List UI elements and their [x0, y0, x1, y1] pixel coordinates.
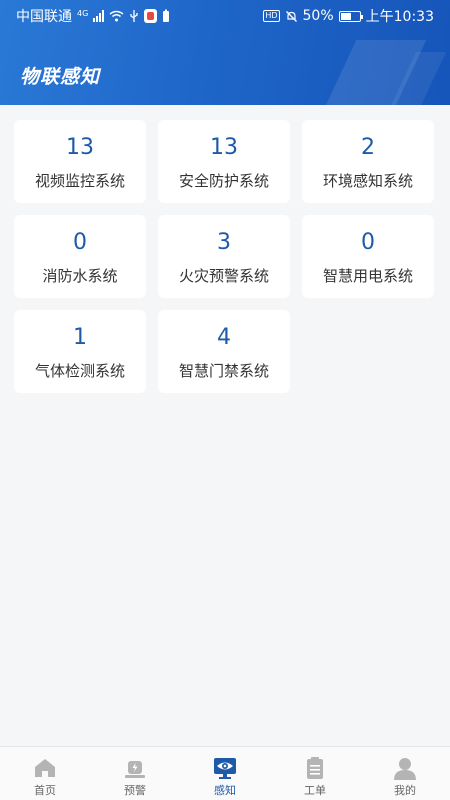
eye-monitor-icon [214, 758, 236, 779]
system-count: 3 [217, 230, 231, 255]
system-count: 4 [217, 325, 231, 350]
clock: 上午10:33 [365, 9, 434, 25]
tab-label: 预警 [124, 784, 146, 797]
system-label: 视频监控系统 [34, 172, 125, 190]
system-count: 0 [361, 230, 375, 255]
usb-icon [130, 10, 138, 22]
app-notification-icon [144, 9, 158, 23]
system-card-video-surveillance[interactable]: 13 视频监控系统 [14, 120, 146, 203]
bottom-tab-bar: 首页 预警 感知 工单 我的 [0, 746, 450, 800]
hd-icon: HD [263, 10, 280, 22]
user-icon [394, 758, 416, 780]
system-card-smart-electricity[interactable]: 0 智慧用电系统 [302, 215, 434, 298]
system-card-fire-water[interactable]: 0 消防水系统 [14, 215, 146, 298]
wifi-icon [109, 10, 124, 22]
page-title: 物联感知 [20, 66, 101, 88]
battery-saver-icon [163, 9, 170, 22]
tab-profile[interactable]: 我的 [360, 747, 450, 800]
system-count: 0 [73, 230, 87, 255]
system-count: 2 [361, 135, 375, 160]
system-card-environment-sensing[interactable]: 2 环境感知系统 [302, 120, 434, 203]
clipboard-icon [307, 757, 323, 779]
alert-icon [125, 761, 145, 778]
system-label: 安全防护系统 [178, 172, 269, 190]
system-card-security-protection[interactable]: 13 安全防护系统 [158, 120, 290, 203]
system-card-gas-detection[interactable]: 1 气体检测系统 [14, 310, 146, 393]
system-card-fire-alarm[interactable]: 3 火灾预警系统 [158, 215, 290, 298]
system-label: 智慧用电系统 [322, 267, 413, 285]
system-label: 消防水系统 [42, 267, 118, 285]
system-count: 1 [73, 325, 87, 350]
system-label: 智慧门禁系统 [178, 362, 269, 380]
tab-home[interactable]: 首页 [0, 747, 90, 800]
network-type: 4G [77, 8, 89, 18]
tab-label: 我的 [394, 784, 416, 797]
home-icon [35, 759, 55, 777]
system-count: 13 [210, 135, 238, 160]
signal-icon [93, 10, 105, 22]
system-card-smart-access[interactable]: 4 智慧门禁系统 [158, 310, 290, 393]
battery-percent: 50% [302, 8, 334, 24]
header-bar: 中国联通 4G HD 50% 上午10:33 物联感知 [0, 0, 450, 105]
system-label: 环境感知系统 [322, 172, 413, 190]
status-bar: 中国联通 4G HD 50% 上午10:33 [0, 0, 450, 32]
system-count: 13 [66, 135, 94, 160]
mute-bell-icon [285, 10, 297, 22]
system-label: 气体检测系统 [34, 362, 125, 380]
tab-label: 感知 [214, 784, 236, 797]
carrier-name: 中国联通 [16, 9, 72, 25]
tab-sensing[interactable]: 感知 [180, 747, 270, 800]
battery-icon [338, 10, 363, 22]
system-label: 火灾预警系统 [178, 267, 269, 285]
tab-label: 首页 [34, 784, 56, 797]
tab-label: 工单 [304, 784, 326, 797]
tab-alert[interactable]: 预警 [90, 747, 180, 800]
tab-work-order[interactable]: 工单 [270, 747, 360, 800]
